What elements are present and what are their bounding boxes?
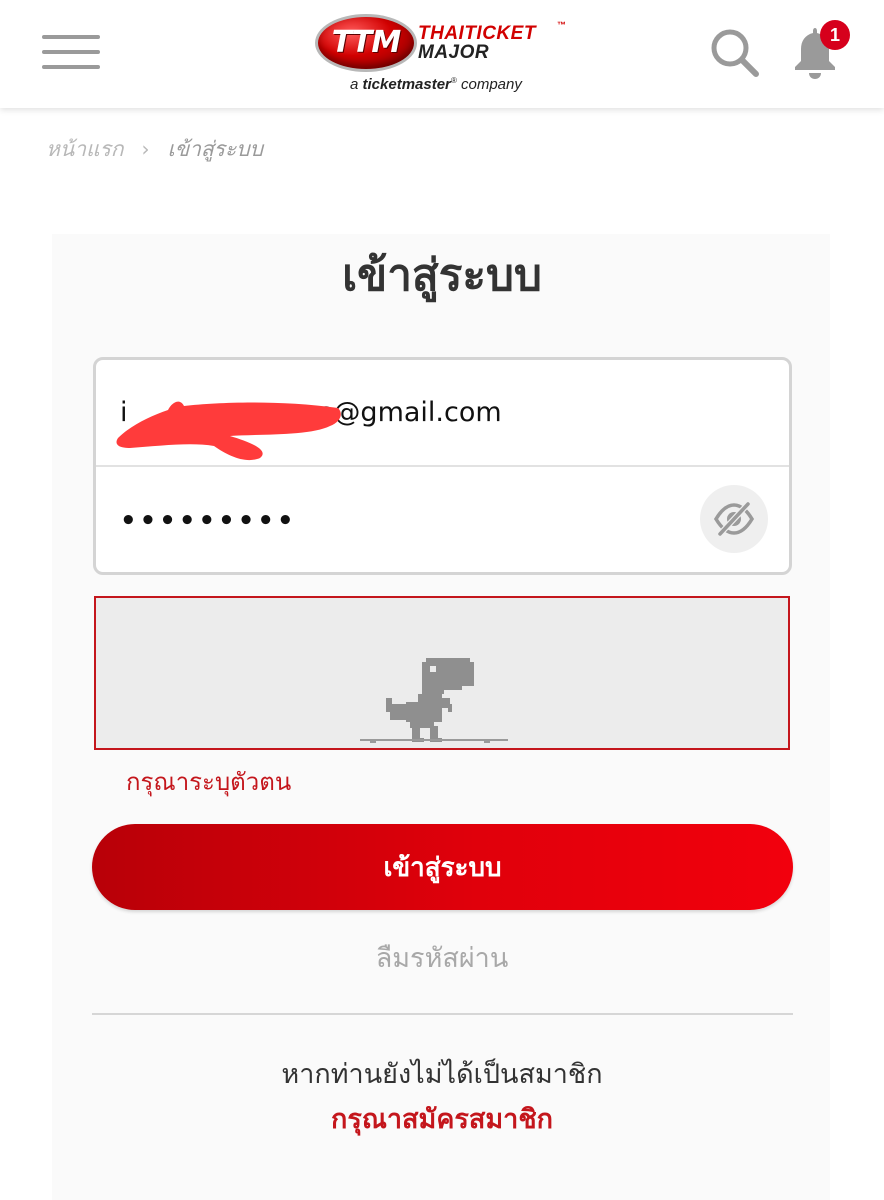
ttm-logo[interactable]: TTM THAITICKET ™ MAJOR a ticketmaster® c… — [312, 10, 582, 100]
ground-line — [360, 739, 508, 743]
forgot-password-link[interactable]: ลืมรหัสผ่าน — [0, 936, 884, 979]
captcha-frame[interactable] — [94, 596, 790, 750]
logo-tagline: a ticketmaster® company — [350, 76, 522, 93]
breadcrumb-current: เข้าสู่ระบบ — [167, 136, 263, 161]
logo-trademark: ™ — [557, 20, 566, 30]
register-link[interactable]: กรุณาสมัครสมาชิก — [0, 1097, 884, 1140]
logo-mark: TTM — [331, 25, 401, 60]
not-member-text: หากท่านยังไม่ได้เป็นสมาชิก — [281, 1059, 603, 1090]
divider — [92, 1013, 793, 1015]
password-row — [96, 469, 789, 572]
captcha-error-message: กรุณาระบุตัวตน — [126, 768, 292, 796]
credentials-box — [93, 357, 792, 575]
breadcrumb: หน้าแรก › เข้าสู่ระบบ — [46, 134, 263, 164]
page-title: เข้าสู่ระบบ — [342, 250, 542, 301]
menu-icon[interactable] — [42, 35, 100, 71]
login-button[interactable]: เข้าสู่ระบบ — [92, 824, 793, 910]
password-field[interactable] — [120, 491, 680, 551]
email-row — [96, 360, 789, 467]
notification-badge: 1 — [820, 20, 850, 50]
offline-dino-icon — [386, 658, 474, 742]
toggle-password-visibility-button[interactable] — [700, 485, 768, 553]
top-header: TTM THAITICKET ™ MAJOR a ticketmaster® c… — [0, 0, 884, 108]
breadcrumb-separator: › — [141, 137, 150, 161]
logo-brand-line2: MAJOR — [418, 42, 490, 63]
eye-slash-icon — [714, 501, 754, 537]
breadcrumb-home[interactable]: หน้าแรก — [46, 133, 124, 166]
redaction-scribble — [116, 401, 341, 461]
search-icon[interactable] — [708, 26, 762, 80]
